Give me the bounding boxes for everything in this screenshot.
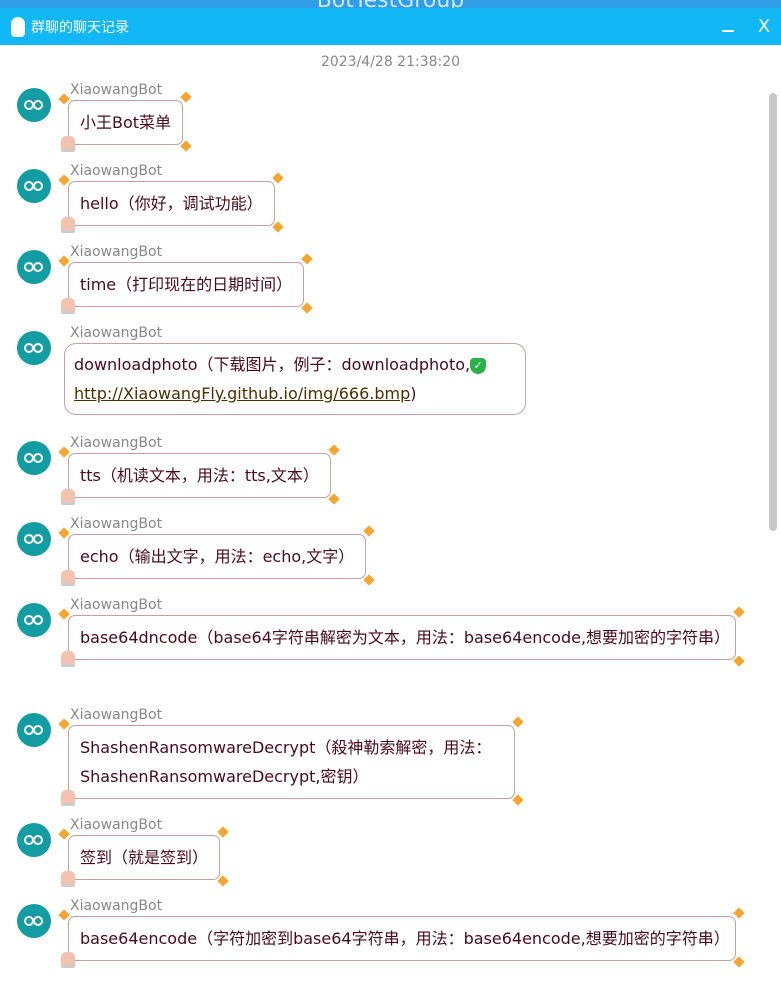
fist-icon <box>61 871 75 887</box>
sender-name: XiaowangBot <box>70 597 163 613</box>
message-bubble[interactable]: time（打印现在的日期时间） <box>58 253 313 314</box>
avatar[interactable] <box>17 713 51 747</box>
decor-icon <box>58 718 70 730</box>
decor-icon <box>58 174 70 186</box>
message-bubble[interactable]: base64dncode（base64字符串解密为文本，用法：base64enc… <box>58 606 745 667</box>
message-text: 小王Bot菜单 <box>80 113 172 132</box>
message-text: downloadphoto（下载图片，例子：downloadphoto, <box>74 355 471 374</box>
decor-icon <box>363 574 375 586</box>
fist-icon <box>61 217 75 233</box>
minimize-button[interactable] <box>713 8 743 45</box>
decor-icon <box>58 446 70 458</box>
decor-icon <box>512 716 524 728</box>
sender-name: XiaowangBot <box>70 163 163 179</box>
avatar[interactable] <box>17 904 51 938</box>
decor-icon <box>733 655 745 667</box>
sender-name: XiaowangBot <box>70 516 163 532</box>
decor-icon <box>301 253 313 265</box>
sender-name: XiaowangBot <box>70 707 163 723</box>
verified-shield-icon: ✓ <box>470 357 487 374</box>
message-bubble[interactable]: 小王Bot菜单 <box>58 91 192 152</box>
sender-name: XiaowangBot <box>70 82 163 98</box>
infinity-icon <box>24 725 44 735</box>
message-text: hello（你好，调试功能） <box>80 194 263 213</box>
infinity-icon <box>24 181 44 191</box>
message-bubble[interactable]: 签到（就是签到） <box>58 826 229 887</box>
message-text: 签到（就是签到） <box>80 848 209 867</box>
decor-icon <box>217 826 229 838</box>
decor-icon <box>363 525 375 537</box>
decor-icon <box>272 221 284 233</box>
decor-icon <box>301 302 313 314</box>
sender-name: XiaowangBot <box>70 244 163 260</box>
infinity-icon <box>24 453 44 463</box>
avatar[interactable] <box>17 331 51 365</box>
message-text: ShashenRansomwareDecrypt（殺神勒索解密，用法：Shash… <box>80 738 492 786</box>
fist-icon <box>61 651 75 667</box>
message-text: tts（机读文本，用法：tts,文本） <box>80 466 319 485</box>
decor-icon <box>512 794 524 806</box>
decor-icon <box>217 875 229 887</box>
decor-icon <box>180 91 192 103</box>
scrollbar-thumb[interactable] <box>769 93 777 531</box>
decor-icon <box>58 255 70 267</box>
avatar[interactable] <box>17 823 51 857</box>
infinity-icon <box>24 262 44 272</box>
close-button[interactable]: X <box>749 8 779 45</box>
decor-icon <box>733 907 745 919</box>
qq-penguin-icon <box>11 16 25 37</box>
sender-name: XiaowangBot <box>70 817 163 833</box>
infinity-icon <box>24 615 44 625</box>
message-text: base64dncode（base64字符串解密为文本，用法：base64enc… <box>80 628 731 647</box>
message-text: time（打印现在的日期时间） <box>80 275 293 294</box>
avatar[interactable] <box>17 603 51 637</box>
infinity-icon <box>24 916 44 926</box>
minimize-icon <box>722 30 734 32</box>
message-text: echo（输出文字，用法：echo,文字） <box>80 547 355 566</box>
fist-icon <box>61 952 75 968</box>
infinity-icon <box>24 100 44 110</box>
infinity-icon <box>24 343 44 353</box>
message-text: base64encode（字符加密到base64字符串，用法：base64enc… <box>80 929 730 948</box>
avatar[interactable] <box>17 522 51 556</box>
decor-icon <box>328 444 340 456</box>
window-title: 群聊的聊天记录 <box>31 19 129 36</box>
fist-icon <box>61 790 75 806</box>
message-bubble[interactable]: echo（输出文字，用法：echo,文字） <box>58 525 375 586</box>
fist-icon <box>61 489 75 505</box>
decor-icon <box>58 909 70 921</box>
message-bubble[interactable]: ShashenRansomwareDecrypt（殺神勒索解密，用法：Shash… <box>58 716 524 806</box>
decor-icon <box>58 527 70 539</box>
message-bubble[interactable]: downloadphoto（下载图片，例子：downloadphoto, ✓ htt… <box>64 343 526 415</box>
avatar[interactable] <box>17 441 51 475</box>
decor-icon <box>272 172 284 184</box>
decor-icon <box>58 828 70 840</box>
fist-icon <box>61 570 75 586</box>
timestamp: 2023/4/28 21:38:20 <box>320 54 461 70</box>
decor-icon <box>733 956 745 968</box>
message-bubble[interactable]: base64encode（字符加密到base64字符串，用法：base64enc… <box>58 907 745 968</box>
message-bubble[interactable]: hello（你好，调试功能） <box>58 172 284 233</box>
infinity-icon <box>24 534 44 544</box>
fist-icon <box>61 298 75 314</box>
decor-icon <box>58 608 70 620</box>
sender-name: XiaowangBot <box>70 898 163 914</box>
sender-name: XiaowangBot <box>70 435 163 451</box>
decor-icon <box>58 93 70 105</box>
fist-icon <box>61 136 75 152</box>
avatar[interactable] <box>17 250 51 284</box>
avatar[interactable] <box>17 169 51 203</box>
title-bar: 群聊的聊天记录 X <box>0 8 781 45</box>
chat-history: 2023/4/28 21:38:20 XiaowangBot 小王Bot菜单 X… <box>0 45 781 1001</box>
message-bubble[interactable]: tts（机读文本，用法：tts,文本） <box>58 444 340 505</box>
infinity-icon <box>24 835 44 845</box>
avatar[interactable] <box>17 88 51 122</box>
message-link[interactable]: http://XiaowangFly.github.io/img/666.bmp <box>74 384 410 403</box>
decor-icon <box>328 493 340 505</box>
decor-icon <box>180 140 192 152</box>
decor-icon <box>733 606 745 618</box>
sender-name: XiaowangBot <box>70 325 163 341</box>
message-text-suffix: ) <box>410 384 417 403</box>
